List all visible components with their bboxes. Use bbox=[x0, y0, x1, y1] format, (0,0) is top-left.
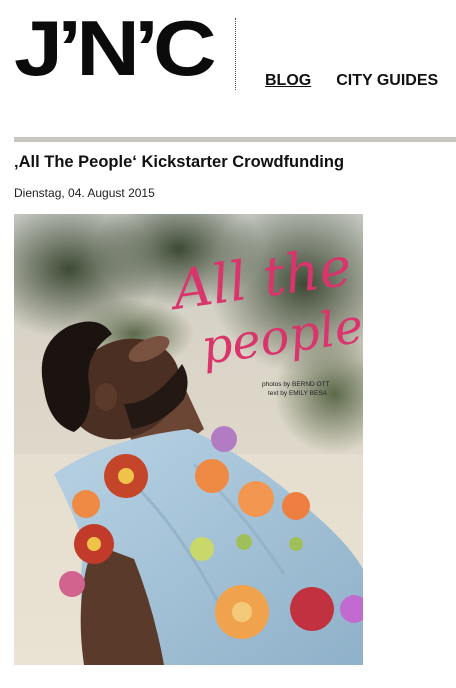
main-nav: BLOG CITY GUIDES bbox=[265, 72, 438, 90]
post-title[interactable]: ‚All The People‘ Kickstarter Crowdfundin… bbox=[14, 152, 344, 172]
site-logo[interactable]: J’N’C bbox=[14, 6, 217, 90]
header-divider bbox=[235, 18, 236, 90]
hero-credit-photos: photos by BERND OTT bbox=[262, 381, 330, 388]
hero-image[interactable]: All the people photos by BERND OTT text … bbox=[14, 214, 363, 665]
nav-link-blog[interactable]: BLOG bbox=[265, 72, 311, 90]
nav-link-city-guides[interactable]: CITY GUIDES bbox=[336, 72, 438, 90]
header-rule bbox=[14, 137, 456, 142]
post-date: Dienstag, 04. August 2015 bbox=[14, 186, 155, 200]
hero-credit-text: text by EMILY BESA bbox=[268, 390, 328, 397]
